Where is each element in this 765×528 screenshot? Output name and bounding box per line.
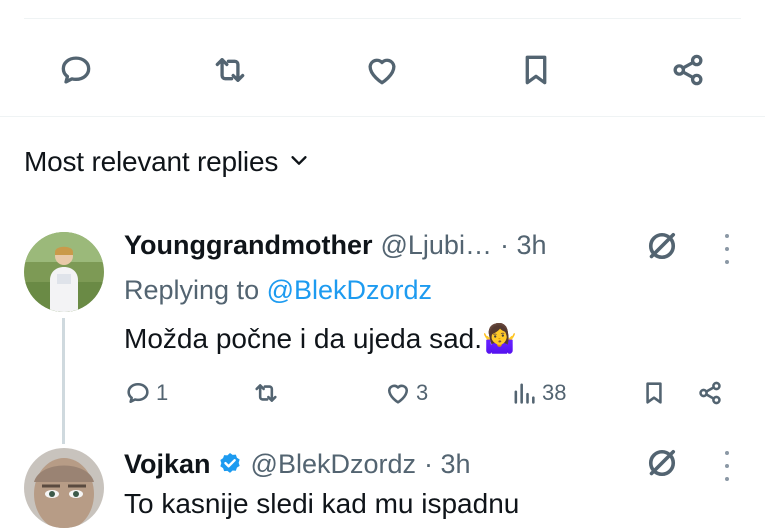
grok-icon[interactable] xyxy=(644,228,680,264)
reply-header: Younggrandmother @Ljubi… · 3h xyxy=(124,230,546,261)
timestamp[interactable]: · 3h xyxy=(424,449,471,480)
bookmark-button[interactable] xyxy=(512,48,560,92)
chevron-down-icon xyxy=(288,149,310,176)
reply-stat-button[interactable]: 1 xyxy=(124,376,168,410)
like-stat-button[interactable]: 3 xyxy=(384,376,428,410)
display-name[interactable]: Younggrandmother xyxy=(124,230,372,261)
replies-sort-label: Most relevant replies xyxy=(24,146,279,177)
reply-text: To kasnije sledi kad mu ispadnu xyxy=(124,488,520,519)
share-stat-button[interactable] xyxy=(696,376,724,410)
share-icon xyxy=(673,54,703,86)
avatar-photo xyxy=(24,448,104,528)
heart-icon xyxy=(368,58,396,85)
like-count: 3 xyxy=(416,380,429,405)
user-handle[interactable]: @BlekDzordz xyxy=(251,449,416,480)
user-handle[interactable]: @Ljubi… xyxy=(380,230,491,261)
views-stat-button[interactable]: 38 xyxy=(510,376,566,410)
views-chart-icon xyxy=(514,383,535,404)
bookmark-icon xyxy=(525,55,547,85)
grok-icon[interactable] xyxy=(644,445,680,481)
reply-count: 1 xyxy=(156,380,169,405)
views-count: 38 xyxy=(542,380,567,405)
like-button[interactable] xyxy=(358,48,406,92)
tweet-action-bar xyxy=(0,40,765,100)
thread-connector-line xyxy=(62,318,65,444)
section-divider xyxy=(0,116,765,117)
replies-sort-dropdown[interactable]: Most relevant replies xyxy=(24,146,310,178)
share-button[interactable] xyxy=(664,48,712,92)
heart-icon xyxy=(387,384,409,404)
more-options-icon[interactable] xyxy=(722,234,732,264)
avatar[interactable] xyxy=(24,232,104,312)
timestamp[interactable]: · 3h xyxy=(500,230,547,261)
speech-bubble-icon xyxy=(127,382,149,404)
retweet-button[interactable] xyxy=(206,48,254,92)
reply-text: Možda počne i da ujeda sad.🤷‍♀️ xyxy=(124,323,517,354)
replying-prefix: Replying to xyxy=(124,275,267,305)
mention-link[interactable]: @BlekDzordz xyxy=(267,275,432,305)
display-name[interactable]: Vojkan xyxy=(124,449,211,480)
reply-header: Vojkan @BlekDzordz · 3h xyxy=(124,447,471,480)
avatar[interactable] xyxy=(24,448,104,528)
share-icon xyxy=(699,381,721,405)
replying-to: Replying to @BlekDzordz xyxy=(124,275,432,306)
bookmark-stat-button[interactable] xyxy=(640,376,668,410)
retweet-icon xyxy=(255,384,277,402)
retweet-stat-button[interactable] xyxy=(252,376,284,410)
verified-badge-icon xyxy=(219,452,240,473)
retweet-icon xyxy=(215,58,245,82)
more-options-icon[interactable] xyxy=(722,451,732,481)
bookmark-icon xyxy=(646,382,662,404)
speech-bubble-icon xyxy=(61,56,91,84)
top-divider xyxy=(24,18,741,19)
reply-button[interactable] xyxy=(52,48,100,92)
avatar-photo xyxy=(24,232,104,312)
